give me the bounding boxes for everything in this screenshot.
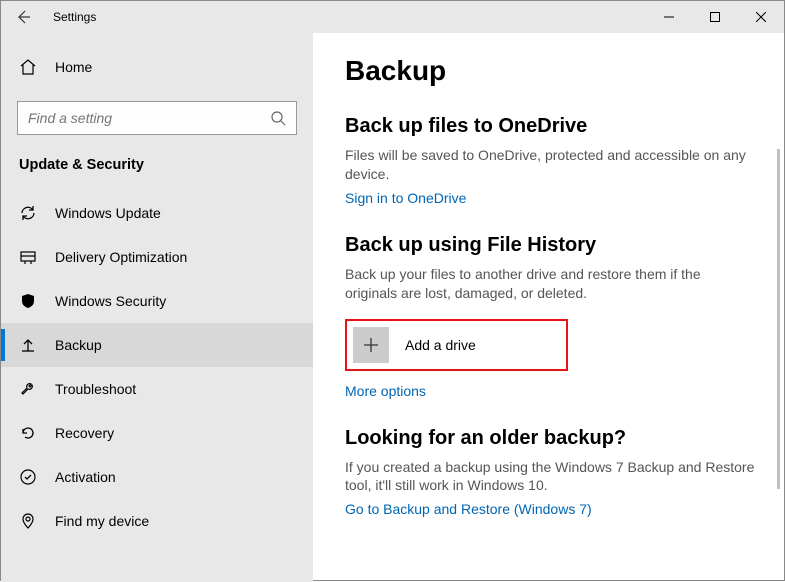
scrollbar[interactable] [777, 149, 780, 489]
delivery-icon [19, 248, 37, 266]
more-options-link[interactable]: More options [345, 383, 426, 399]
minimize-button[interactable] [646, 1, 692, 33]
nav-find-my-device[interactable]: Find my device [1, 499, 313, 543]
home-button[interactable]: Home [1, 47, 313, 87]
nav-label: Delivery Optimization [55, 249, 187, 265]
older-backup-heading: Looking for an older backup? [345, 427, 766, 450]
section-heading: Update & Security [1, 157, 313, 191]
filehistory-desc: Back up your files to another drive and … [345, 265, 755, 303]
content-pane: Backup Back up files to OneDrive Files w… [313, 33, 784, 582]
home-icon [19, 58, 37, 76]
backup-icon [19, 336, 37, 354]
window-title: Settings [45, 10, 96, 24]
nav-label: Backup [55, 337, 102, 353]
nav-troubleshoot[interactable]: Troubleshoot [1, 367, 313, 411]
search-icon [270, 110, 286, 126]
older-backup-desc: If you created a backup using the Window… [345, 458, 755, 496]
nav-backup[interactable]: Backup [1, 323, 313, 367]
filehistory-heading: Back up using File History [345, 234, 766, 257]
home-label: Home [55, 59, 92, 75]
search-input[interactable] [17, 101, 297, 135]
nav-label: Find my device [55, 513, 149, 529]
nav-label: Activation [55, 469, 116, 485]
close-button[interactable] [738, 1, 784, 33]
sync-icon [19, 204, 37, 222]
nav-label: Windows Update [55, 205, 161, 221]
add-drive-button[interactable]: Add a drive [345, 319, 568, 371]
sign-in-onedrive-link[interactable]: Sign in to OneDrive [345, 190, 466, 206]
sidebar: Home Update & Security Windows Update De… [1, 33, 313, 582]
shield-icon [19, 292, 37, 310]
titlebar: Settings [1, 1, 784, 33]
recovery-icon [19, 424, 37, 442]
search-field[interactable] [28, 110, 270, 126]
nav-label: Windows Security [55, 293, 166, 309]
back-button[interactable] [1, 1, 45, 33]
nav-label: Recovery [55, 425, 114, 441]
wrench-icon [19, 380, 37, 398]
nav-list: Windows Update Delivery Optimization Win… [1, 191, 313, 543]
nav-windows-update[interactable]: Windows Update [1, 191, 313, 235]
maximize-button[interactable] [692, 1, 738, 33]
onedrive-heading: Back up files to OneDrive [345, 115, 766, 138]
nav-delivery-optimization[interactable]: Delivery Optimization [1, 235, 313, 279]
nav-recovery[interactable]: Recovery [1, 411, 313, 455]
add-drive-label: Add a drive [405, 337, 476, 353]
activation-icon [19, 468, 37, 486]
page-title: Backup [345, 55, 766, 87]
nav-windows-security[interactable]: Windows Security [1, 279, 313, 323]
nav-activation[interactable]: Activation [1, 455, 313, 499]
plus-icon [353, 327, 389, 363]
nav-label: Troubleshoot [55, 381, 136, 397]
backup-restore-win7-link[interactable]: Go to Backup and Restore (Windows 7) [345, 501, 592, 517]
location-icon [19, 512, 37, 530]
onedrive-desc: Files will be saved to OneDrive, protect… [345, 146, 755, 184]
